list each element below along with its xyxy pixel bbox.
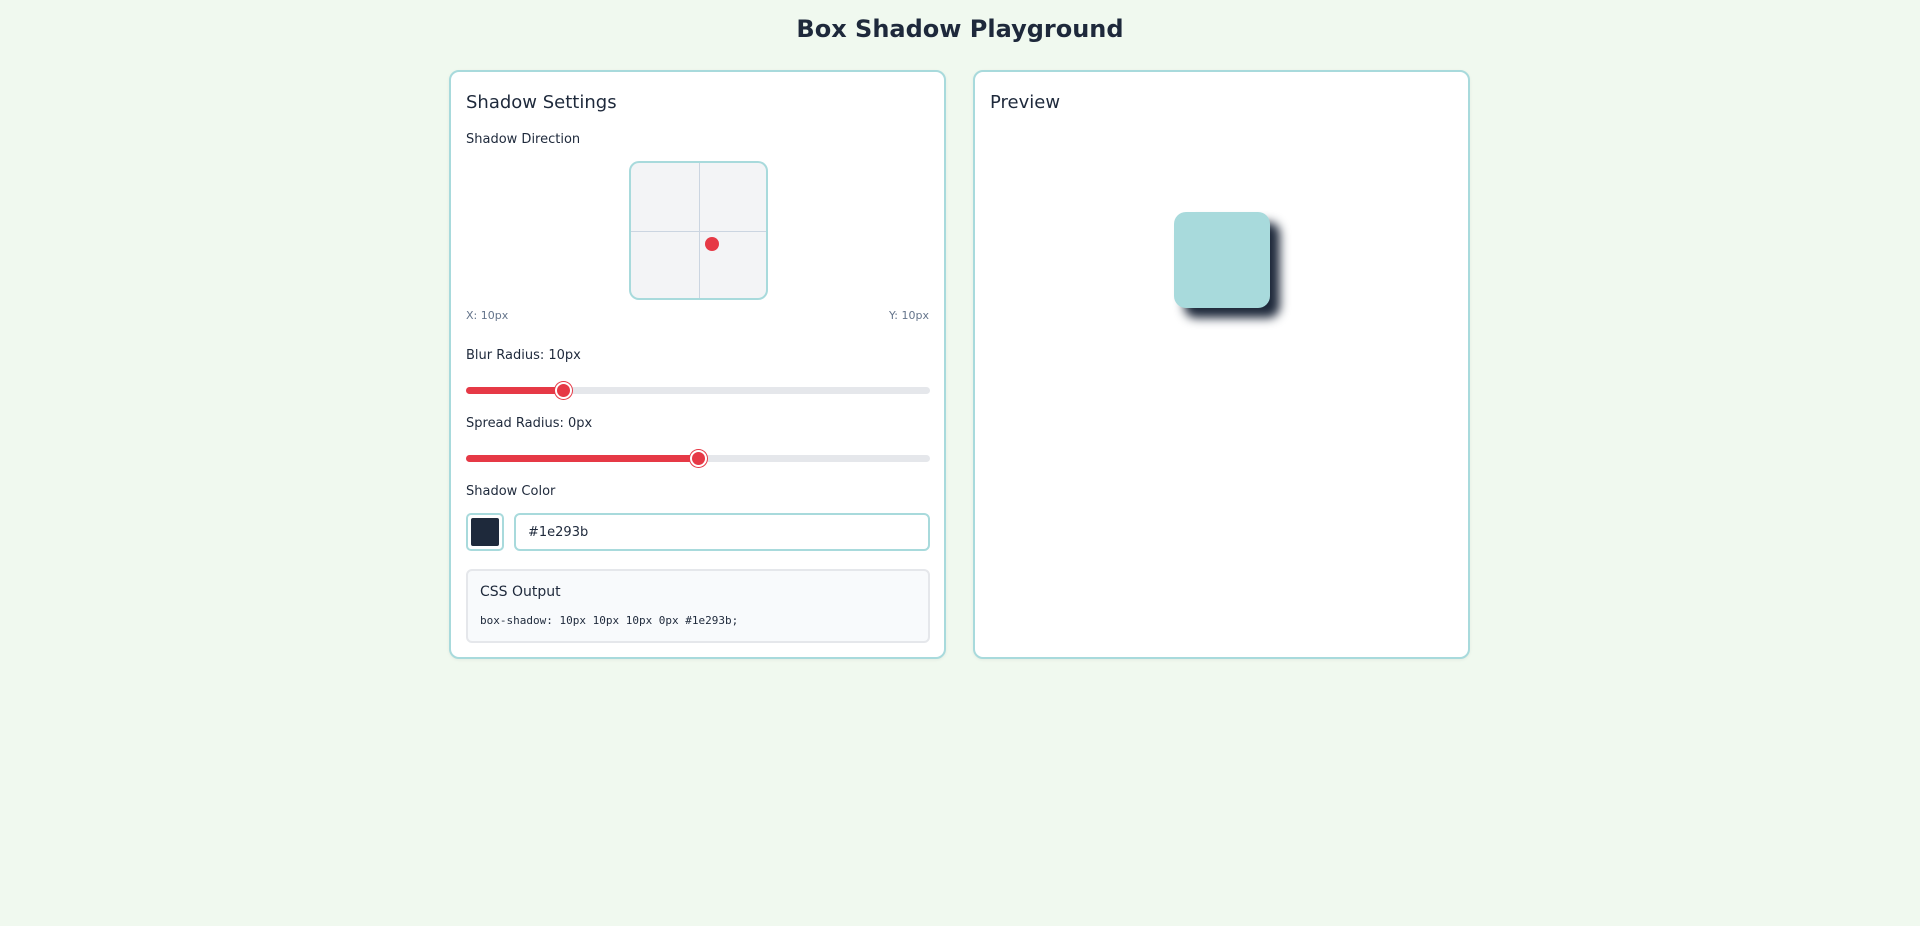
shadow-direction-pad[interactable] [629,161,768,300]
shadow-color-picker[interactable] [466,513,504,551]
y-offset-readout: Y: 10px [889,309,929,322]
blur-radius-slider[interactable] [466,382,930,399]
spread-radius-slider[interactable] [466,450,930,467]
blur-radius-label: Blur Radius: 10px [466,348,581,363]
spread-radius-label: Spread Radius: 0px [466,416,593,431]
x-offset-readout: X: 10px [466,309,509,322]
spread-slider-fill [466,455,698,462]
shadow-settings-panel: Shadow Settings Shadow Direction X: 10px… [449,70,946,659]
shadow-color-label: Shadow Color [466,484,556,499]
shadow-direction-label: Shadow Direction [466,132,581,147]
pad-horizontal-axis [631,231,766,232]
blur-slider-thumb[interactable] [555,382,573,399]
css-output-box: CSS Output box-shadow: 10px 10px 10px 0p… [466,569,930,643]
preview-box [1174,212,1270,308]
css-output-title: CSS Output [480,584,561,600]
blur-slider-fill [466,387,564,394]
css-output-code: box-shadow: 10px 10px 10px 0px #1e293b; [480,614,739,627]
direction-handle[interactable] [705,237,719,251]
page-title: Box Shadow Playground [796,15,1124,43]
settings-heading: Shadow Settings [466,92,617,113]
shadow-color-hex-input[interactable] [514,513,930,551]
spread-slider-thumb[interactable] [690,450,707,467]
color-swatch-fill [471,518,499,546]
preview-heading: Preview [990,92,1061,113]
preview-panel: Preview [973,70,1470,659]
